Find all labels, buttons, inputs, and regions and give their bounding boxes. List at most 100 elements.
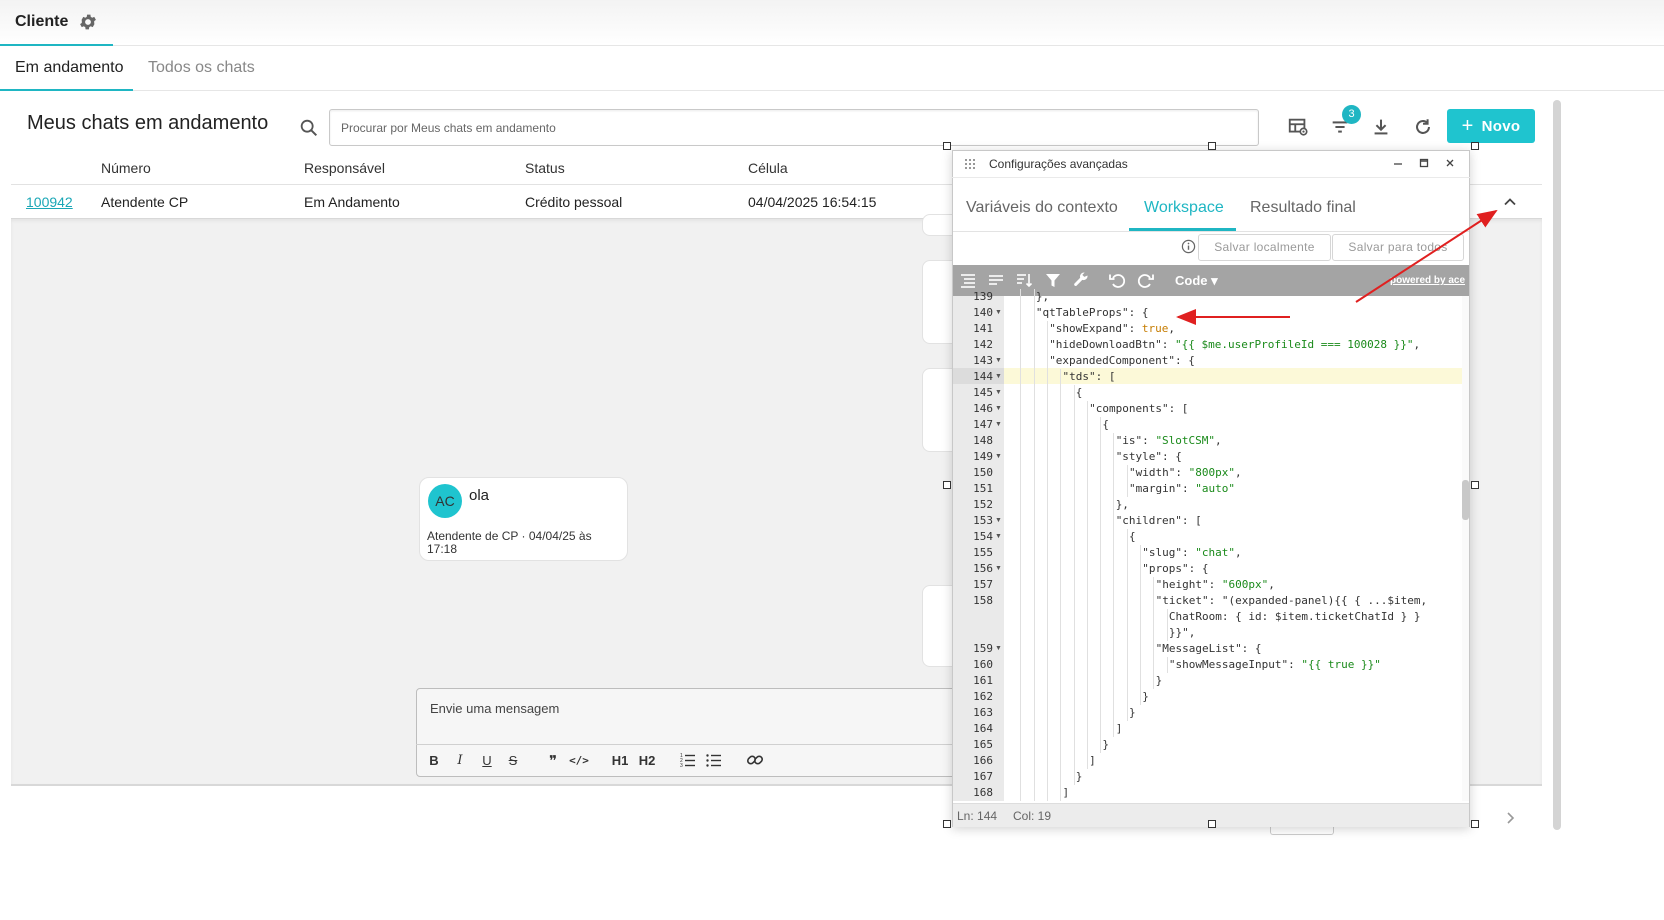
resize-handle[interactable] (1471, 481, 1479, 489)
indent-guide (1100, 433, 1102, 449)
wrench-icon[interactable] (1072, 271, 1090, 289)
indent-guide (1140, 673, 1141, 689)
download-icon[interactable] (1368, 114, 1394, 140)
resize-handle[interactable] (943, 142, 951, 150)
indent-guide (1086, 401, 1088, 417)
indent-guide (1046, 641, 1048, 657)
bold-button[interactable]: B (424, 751, 444, 771)
indent-guide (1073, 657, 1075, 673)
sort-icon[interactable] (1015, 271, 1033, 289)
collapse-chevron-up-icon[interactable] (1500, 192, 1520, 212)
link-icon[interactable] (745, 751, 765, 771)
maximize-icon[interactable] (1417, 156, 1431, 170)
minimize-icon[interactable] (1391, 156, 1405, 170)
info-icon[interactable] (1181, 239, 1196, 254)
editor-scrollbar[interactable] (1462, 296, 1469, 801)
resize-handle[interactable] (1471, 142, 1479, 150)
resize-handle[interactable] (943, 481, 951, 489)
resize-handle[interactable] (1208, 820, 1216, 828)
quote-button[interactable]: ❞ (543, 751, 563, 771)
indent-guide (1033, 513, 1035, 529)
save-all-button[interactable]: Salvar para todos (1332, 234, 1464, 261)
column-header-responsavel[interactable]: Responsável (304, 160, 385, 176)
next-page-chevron-icon[interactable] (1504, 808, 1520, 828)
indent-guide (1100, 465, 1102, 481)
column-header-status[interactable]: Status (525, 160, 565, 176)
indent-guide (1073, 401, 1075, 417)
indent-guide (1126, 481, 1128, 497)
code-button[interactable]: </> (569, 751, 589, 771)
indent-guide (1046, 497, 1048, 513)
code-line: } (1129, 706, 1136, 719)
italic-button[interactable]: I (450, 751, 470, 771)
indent-guide (1046, 753, 1048, 769)
search-box (329, 109, 1259, 146)
powered-by-ace-link[interactable]: powered by ace (1390, 275, 1465, 286)
tab-resultado-final[interactable]: Resultado final (1250, 199, 1356, 217)
column-header-celula[interactable]: Célula (748, 160, 788, 176)
underline-button[interactable]: U (477, 751, 497, 771)
indent-guide (1033, 497, 1035, 513)
fold-toggle-icon[interactable]: ▼ (995, 417, 1002, 433)
fold-toggle-icon[interactable]: ▼ (995, 401, 1002, 417)
ordered-list-icon[interactable]: 123 (678, 751, 698, 771)
gear-icon[interactable] (78, 12, 98, 32)
indent-guide (1126, 545, 1128, 561)
tab-variaveis-do-contexto[interactable]: Variáveis do contexto (966, 199, 1118, 217)
fold-toggle-icon[interactable]: ▼ (995, 641, 1002, 657)
fold-toggle-icon[interactable]: ▼ (995, 385, 1002, 401)
indent-guide (1113, 625, 1115, 641)
tab-em-andamento[interactable]: Em andamento (0, 46, 133, 91)
editor-scrollbar-thumb[interactable] (1462, 480, 1469, 520)
indent-guide (1086, 433, 1088, 449)
indent-guide (1046, 721, 1048, 737)
editor-mode-select[interactable]: Code ▾ (1175, 273, 1218, 289)
row-id-link[interactable]: 100942 (26, 194, 73, 210)
tab-todos-os-chats[interactable]: Todos os chats (148, 46, 255, 91)
resize-handle[interactable] (943, 820, 951, 828)
redo-icon[interactable] (1137, 271, 1155, 289)
indent-guide (1020, 705, 1022, 721)
column-header-numero[interactable]: Número (101, 160, 151, 176)
indent-guide (1020, 305, 1022, 321)
indent-guide (1073, 689, 1075, 705)
fold-toggle-icon[interactable]: ▼ (995, 369, 1002, 385)
page-scrollbar[interactable] (1553, 100, 1561, 830)
compact-icon[interactable] (987, 271, 1005, 289)
new-button[interactable]: + Novo (1447, 109, 1535, 143)
undo-icon[interactable] (1108, 271, 1126, 289)
message-input[interactable] (417, 689, 955, 745)
fold-toggle-icon[interactable]: ▼ (995, 449, 1002, 465)
format-icon[interactable] (959, 271, 977, 289)
fold-toggle-icon[interactable]: ▼ (995, 305, 1002, 321)
app-tab-cliente[interactable]: Cliente (0, 0, 113, 46)
heading2-button[interactable]: H2 (637, 751, 657, 771)
table-view-icon[interactable] (1285, 114, 1311, 140)
indent-guide (1086, 705, 1088, 721)
drag-handle-icon[interactable] (964, 158, 976, 172)
strikethrough-button[interactable]: S (503, 751, 523, 771)
resize-handle[interactable] (1471, 820, 1479, 828)
fold-toggle-icon[interactable]: ▼ (995, 561, 1002, 577)
fold-toggle-icon[interactable]: ▼ (995, 529, 1002, 545)
search-input[interactable] (330, 110, 1258, 145)
close-icon[interactable] (1443, 156, 1457, 170)
indent-guide (1086, 657, 1088, 673)
code-line: "components": [ (1089, 402, 1189, 415)
indent-guide (1073, 673, 1075, 689)
filter-funnel-icon[interactable] (1044, 271, 1062, 289)
fold-toggle-icon[interactable]: ▼ (995, 513, 1002, 529)
indent-guide (1126, 529, 1128, 545)
refresh-icon[interactable] (1410, 114, 1436, 140)
bullet-list-icon[interactable] (704, 751, 724, 771)
resize-handle[interactable] (1208, 142, 1216, 150)
rows-per-page-select[interactable] (1270, 827, 1334, 835)
indent-guide (1046, 337, 1048, 353)
indent-guide (1073, 497, 1075, 513)
heading1-button[interactable]: H1 (610, 751, 630, 771)
indent-guide (1020, 337, 1022, 353)
indent-guide (1086, 689, 1088, 705)
tab-workspace[interactable]: Workspace (1144, 199, 1224, 217)
save-local-button[interactable]: Salvar localmente (1198, 234, 1331, 261)
fold-toggle-icon[interactable]: ▼ (995, 353, 1002, 369)
